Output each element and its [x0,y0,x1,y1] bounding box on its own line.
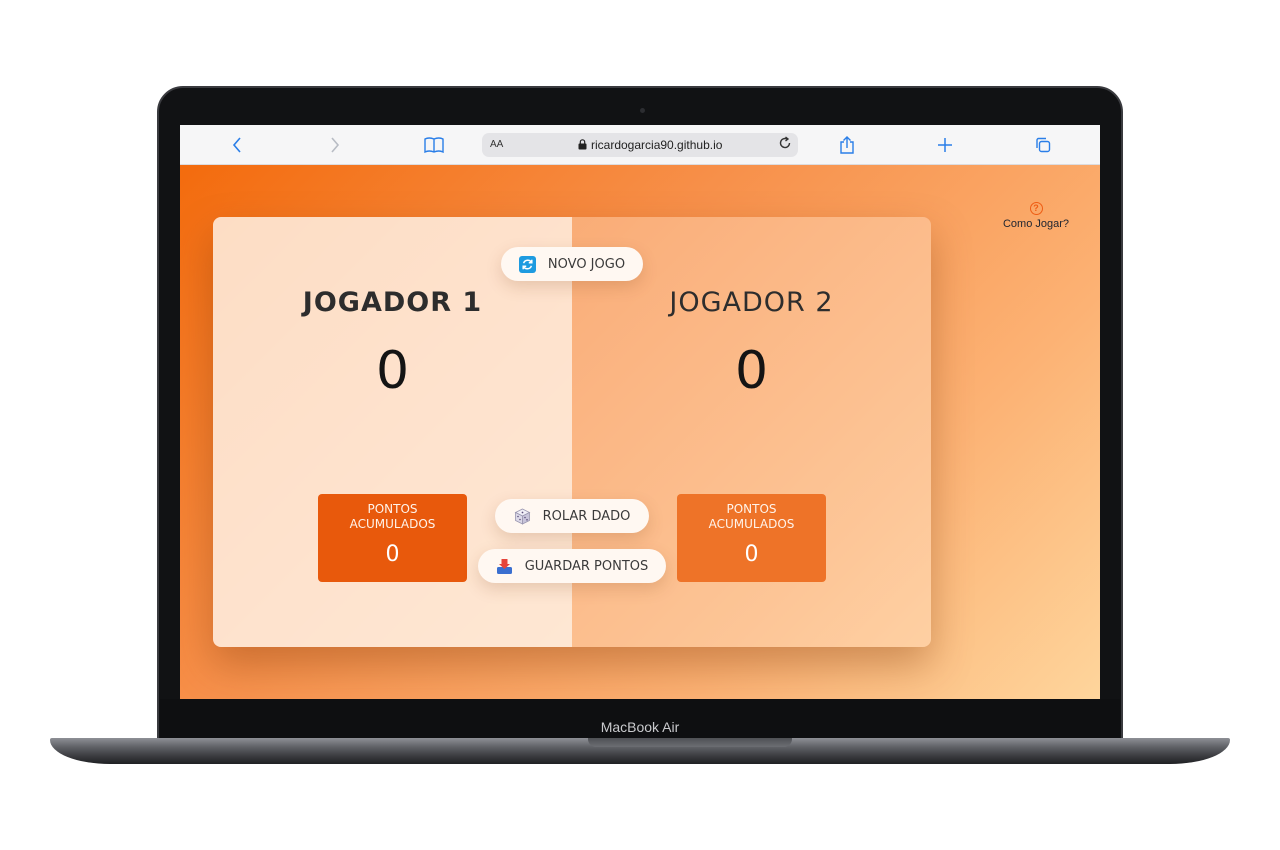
laptop-base [50,738,1230,764]
camera-dot [640,108,645,113]
how-to-play-label: Como Jogar? [1002,218,1070,230]
laptop-screen: AA ricardogarcia90.github.io ? Como Joga… [180,125,1100,699]
hold-points-button[interactable]: GUARDAR PONTOS [478,549,666,583]
dice-icon [514,508,530,525]
bookmarks-icon[interactable] [423,134,445,156]
player-2-current-label: PONTOS ACUMULADOS [708,502,795,531]
lock-icon [578,139,587,150]
url-text: ricardogarcia90.github.io [591,138,723,152]
game-page: ? Como Jogar? JOGADOR 1 0 PONTOS ACUMULA… [180,165,1100,699]
new-game-label: NOVO JOGO [547,256,626,272]
player-2-score: 0 [734,341,769,401]
reload-icon[interactable] [778,136,792,154]
player-1-name: JOGADOR 1 [302,287,483,318]
how-to-play-link[interactable]: ? Como Jogar? [1000,202,1072,230]
roll-dice-label: ROLAR DADO [542,508,631,524]
player-2-current-score: 0 [744,542,759,567]
refresh-icon [518,255,536,273]
address-bar[interactable]: AA ricardogarcia90.github.io [482,133,798,157]
player-1-current-score: 0 [385,542,400,567]
player-2-name: JOGADOR 2 [669,287,834,318]
save-download-icon [496,558,512,574]
share-icon[interactable] [836,134,858,156]
player-1-score: 0 [375,341,410,401]
roll-dice-button[interactable]: ROLAR DADO [495,499,649,533]
hold-points-label: GUARDAR PONTOS [524,558,649,574]
player-1-current-label: PONTOS ACUMULADOS [349,502,436,531]
new-tab-icon[interactable] [934,134,956,156]
question-circle-icon: ? [1029,202,1043,215]
player-2-current-box: PONTOS ACUMULADOS 0 [677,494,826,582]
player-1-current-box: PONTOS ACUMULADOS 0 [318,494,467,582]
laptop-hinge-notch [588,738,792,747]
browser-toolbar: AA ricardogarcia90.github.io [180,125,1100,165]
new-game-button[interactable]: NOVO JOGO [501,247,643,281]
tabs-icon[interactable] [1032,134,1054,156]
back-icon[interactable] [226,134,248,156]
forward-icon[interactable] [324,134,346,156]
game-board: JOGADOR 1 0 PONTOS ACUMULADOS 0 JOGADOR … [213,217,931,647]
reader-aa-button[interactable]: AA [490,139,503,150]
laptop-model-label: MacBook Air [600,719,680,735]
